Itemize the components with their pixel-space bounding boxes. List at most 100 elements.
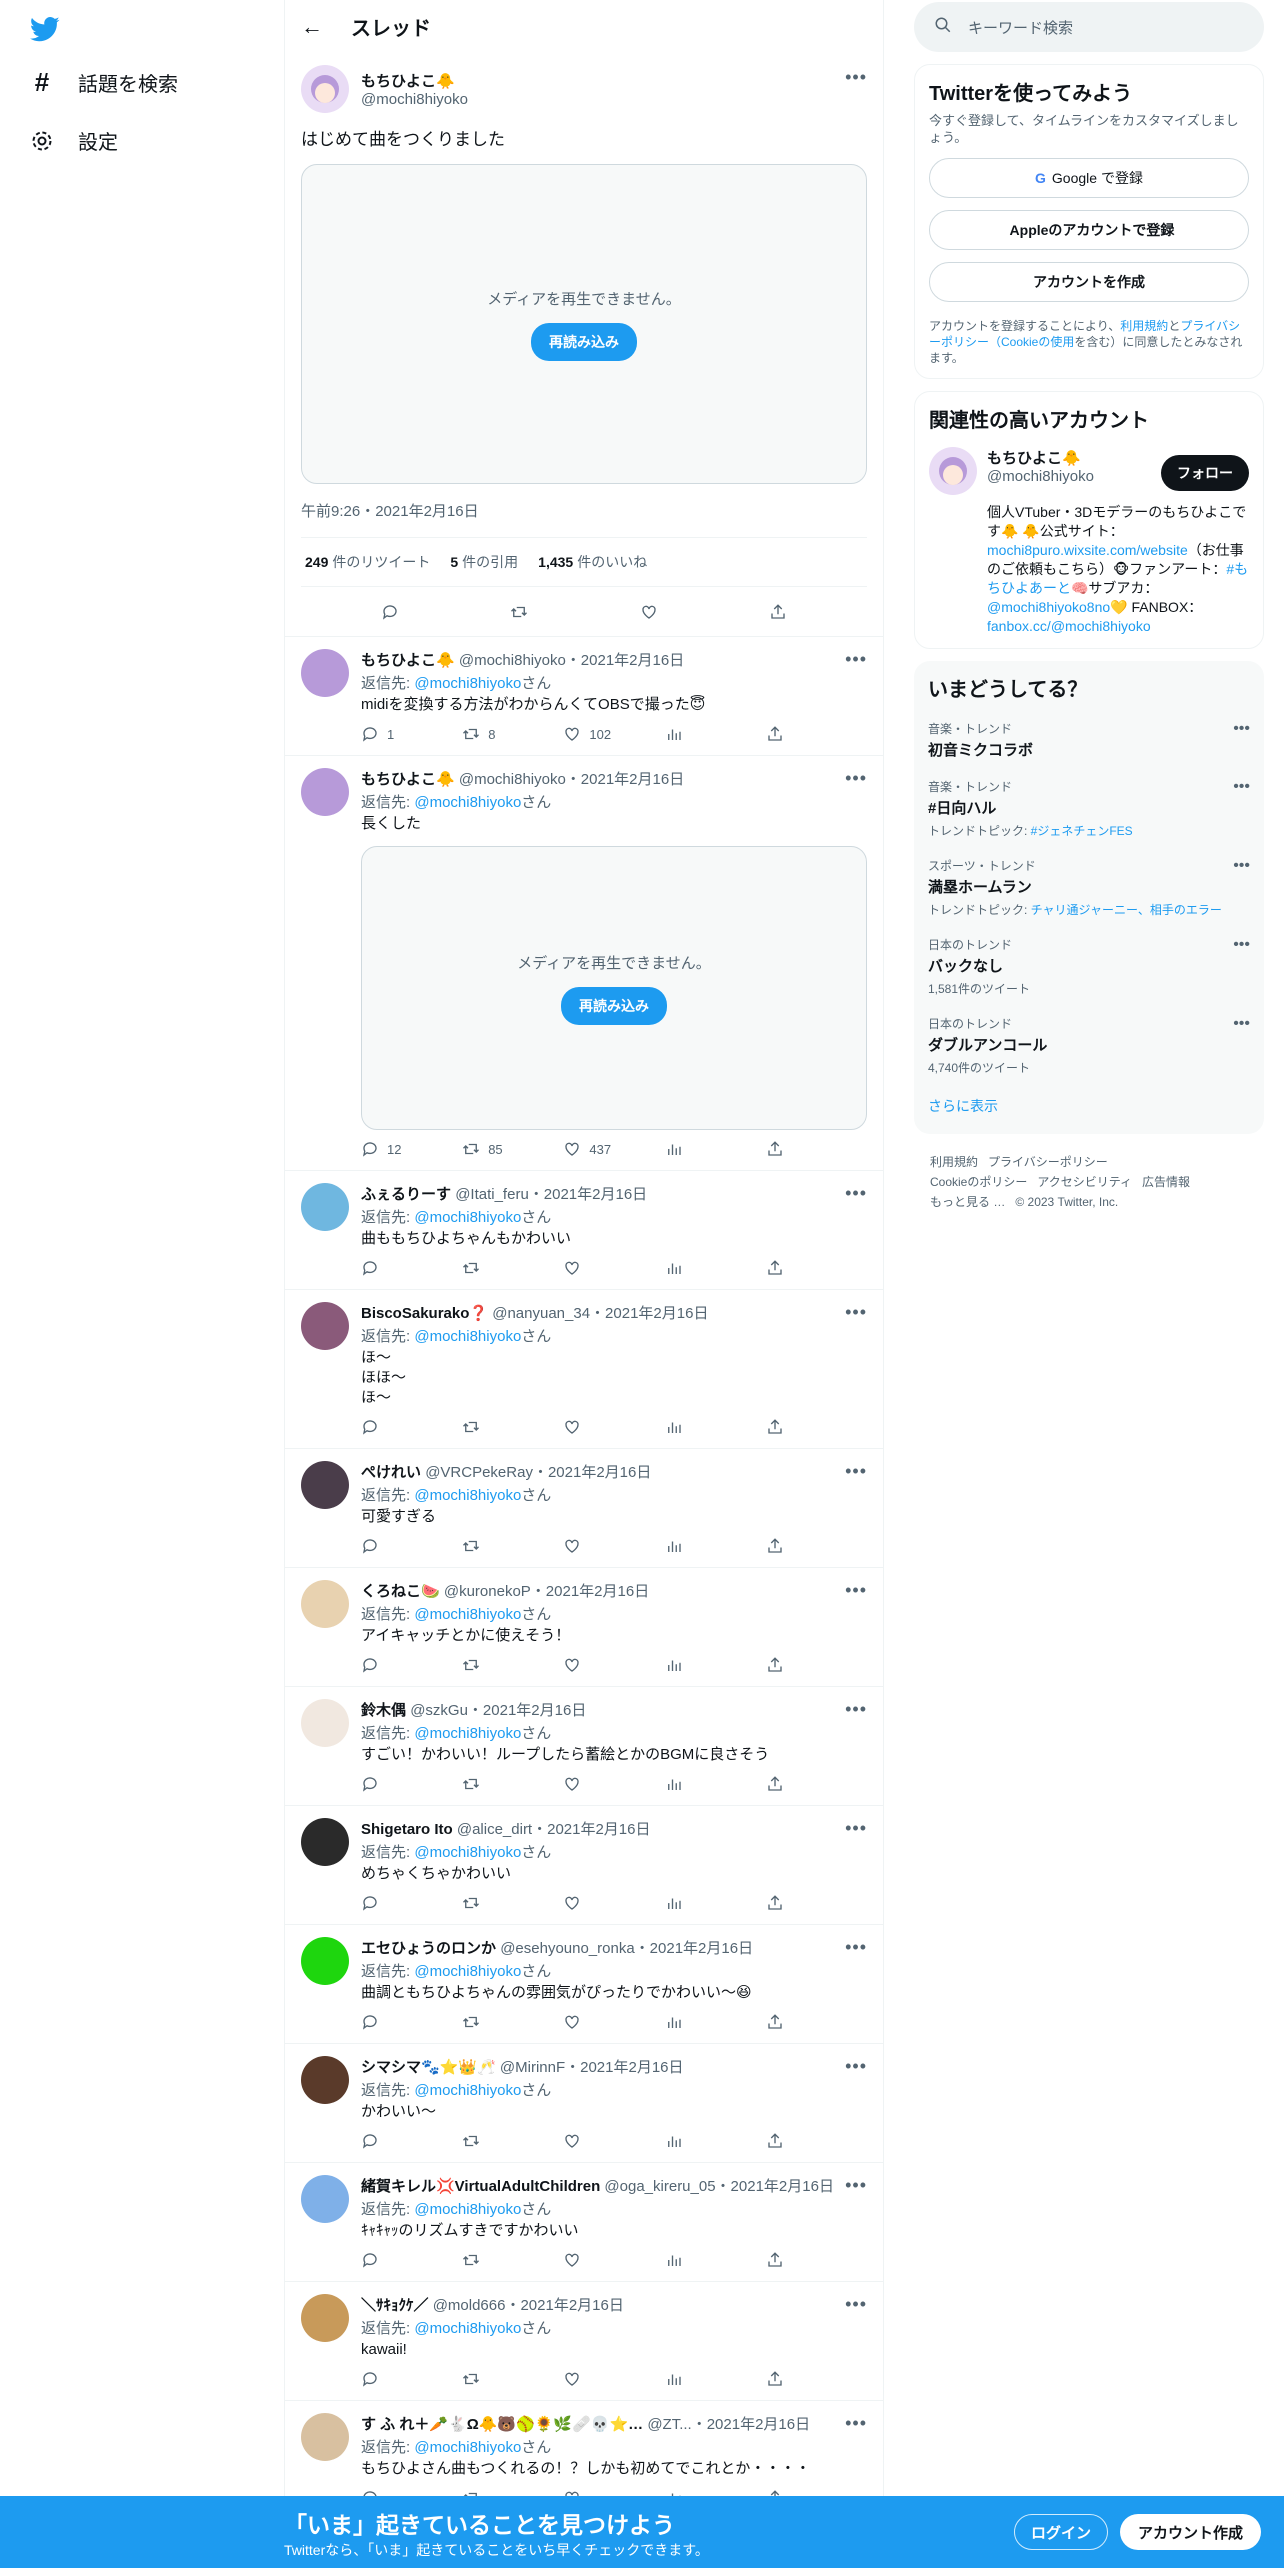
trend-item[interactable]: スポーツ・トレンド 満塁ホームラン トレンドトピック: チャリ通ジャーニー、相手のエ… <box>928 857 1250 918</box>
reply-to-link[interactable]: @mochi8hiyoko <box>414 1209 521 1226</box>
reply-tweet[interactable]: 緒賀キレル💢VirtualAdultChildren @oga_kireru_0… <box>285 2163 883 2282</box>
author-name[interactable]: シマシマ🐾⭐👑🥂 <box>361 2059 496 2076</box>
views-button[interactable] <box>665 1537 766 1555</box>
reply-button[interactable]: 12 <box>361 1140 462 1158</box>
signup-button[interactable]: アカウント作成 <box>1120 2514 1262 2550</box>
reply-tweet[interactable]: くろねこ🍉 @kuronekoP・2021年2月16日 ••• 返信先: @moch… <box>285 1568 883 1687</box>
share-icon[interactable] <box>769 603 787 621</box>
avatar[interactable] <box>301 1183 349 1231</box>
reply-to-link[interactable]: @mochi8hiyoko <box>414 1487 521 1504</box>
more-options-icon[interactable]: ••• <box>845 2294 867 2315</box>
share-button[interactable] <box>766 1140 867 1158</box>
reply-tweet[interactable]: ぺけれい @VRCPekeRay・2021年2月16日 ••• 返信先: @moch… <box>285 1449 883 1568</box>
terms-link[interactable]: 利用規約 <box>1120 319 1168 333</box>
bio-link[interactable]: mochi8puro.wixsite.com/website <box>987 542 1188 558</box>
back-arrow-icon[interactable]: ← <box>301 14 323 40</box>
author-handle-date[interactable]: @VRCPekeRay・2021年2月16日 <box>425 1464 651 1481</box>
more-options-icon[interactable]: ••• <box>845 1937 867 1958</box>
more-options-icon[interactable]: ••• <box>1233 1015 1250 1033</box>
share-button[interactable] <box>766 2013 867 2031</box>
author-name[interactable]: ぺけれい <box>361 1464 421 1481</box>
retweet-count[interactable]: 249 件のリツイート <box>305 552 430 572</box>
views-button[interactable] <box>665 1259 766 1277</box>
author-handle-date[interactable]: @mold666・2021年2月16日 <box>433 2297 624 2314</box>
trend-item[interactable]: 音楽・トレンド #日向ハル トレンドトピック: #ジェネチェンFES ••• <box>928 778 1250 839</box>
quote-count[interactable]: 5 件の引用 <box>450 552 518 572</box>
like-count[interactable]: 1,435 件のいいね <box>538 552 647 572</box>
like-button[interactable] <box>563 1259 664 1277</box>
author-handle[interactable]: @mochi8hiyoko <box>361 91 468 108</box>
author-handle-date[interactable]: @mochi8hiyoko・2021年2月16日 <box>459 652 684 669</box>
reply-icon[interactable] <box>381 603 399 621</box>
reply-tweet[interactable]: ふぇるりーす @Itati_feru・2021年2月16日 ••• 返信先: @mo… <box>285 1171 883 1290</box>
more-options-icon[interactable]: ••• <box>1233 720 1250 738</box>
trend-item[interactable]: 音楽・トレンド 初音ミクコラボ ••• <box>928 720 1250 760</box>
reply-tweet[interactable]: BiscoSakurako❓ @nanyuan_34・2021年2月16日 •••… <box>285 1290 883 1449</box>
avatar[interactable] <box>301 2056 349 2104</box>
author-handle-date[interactable]: @oga_kireru_05・2021年2月16日 <box>604 2178 834 2195</box>
like-button[interactable] <box>563 2132 664 2150</box>
trend-item[interactable]: 日本のトレンド バックなし 1,581件のツイート ••• <box>928 936 1250 997</box>
like-button[interactable] <box>563 2251 664 2269</box>
views-button[interactable] <box>665 1656 766 1674</box>
retweet-button[interactable] <box>462 1259 563 1277</box>
like-button[interactable] <box>563 1418 664 1436</box>
share-button[interactable] <box>766 1259 867 1277</box>
like-button[interactable] <box>563 2370 664 2388</box>
footer-link[interactable]: アクセシビリティ <box>1037 1175 1132 1189</box>
retweet-button[interactable] <box>462 1894 563 1912</box>
author-handle-date[interactable]: @Itati_feru・2021年2月16日 <box>455 1186 647 1203</box>
apple-signup-button[interactable]: Appleのアカウントで登録 <box>929 210 1249 250</box>
views-button[interactable] <box>665 2013 766 2031</box>
retweet-button[interactable]: 8 <box>462 725 563 743</box>
share-button[interactable] <box>766 1537 867 1555</box>
bio-mention-link[interactable]: @mochi8hiyoko8no <box>987 599 1110 615</box>
tweet-timestamp[interactable]: 午前9:26・2021年2月16日 <box>301 500 867 538</box>
nav-settings[interactable]: 設定 <box>28 126 118 155</box>
more-options-icon[interactable]: ••• <box>1233 778 1250 796</box>
like-button[interactable]: 437 <box>563 1140 664 1158</box>
reply-to-link[interactable]: @mochi8hiyoko <box>414 1963 521 1980</box>
reply-tweet[interactable]: もちひよこ🐥 @mochi8hiyoko・2021年2月16日 ••• 返信先: @… <box>285 637 883 756</box>
reply-tweet[interactable]: もちひよこ🐥 @mochi8hiyoko・2021年2月16日 ••• 返信先: @… <box>285 756 883 1171</box>
like-icon[interactable] <box>640 603 658 621</box>
avatar[interactable] <box>301 1461 349 1509</box>
more-options-icon[interactable]: ••• <box>845 1461 867 1482</box>
views-button[interactable] <box>665 1894 766 1912</box>
more-options-icon[interactable]: ••• <box>845 1302 867 1323</box>
show-more-link[interactable]: さらに表示 <box>928 1096 1250 1116</box>
share-button[interactable] <box>766 1418 867 1436</box>
reply-button[interactable] <box>361 1418 462 1436</box>
author-name[interactable]: エセひょうのロンか <box>361 1940 496 1957</box>
retweet-button[interactable] <box>462 1418 563 1436</box>
reply-to-link[interactable]: @mochi8hiyoko <box>414 2439 521 2456</box>
avatar[interactable] <box>929 447 977 495</box>
reply-button[interactable] <box>361 2132 462 2150</box>
share-button[interactable] <box>766 2370 867 2388</box>
reply-button[interactable]: 1 <box>361 725 462 743</box>
reply-tweet[interactable]: ＼ｻｷｮｸｹ／ @mold666・2021年2月16日 ••• 返信先: @moch… <box>285 2282 883 2401</box>
retweet-button[interactable] <box>462 1656 563 1674</box>
avatar[interactable] <box>301 1937 349 1985</box>
avatar[interactable] <box>301 1699 349 1747</box>
author-handle-date[interactable]: @nanyuan_34・2021年2月16日 <box>492 1305 708 1322</box>
footer-link[interactable]: 広告情報 <box>1142 1175 1190 1189</box>
share-button[interactable] <box>766 2132 867 2150</box>
like-button[interactable] <box>563 1537 664 1555</box>
retweet-button[interactable] <box>462 1775 563 1793</box>
create-account-button[interactable]: アカウントを作成 <box>929 262 1249 302</box>
like-button[interactable] <box>563 2013 664 2031</box>
more-options-icon[interactable]: ••• <box>845 1580 867 1601</box>
retweet-button[interactable]: 85 <box>462 1140 563 1158</box>
reply-to-link[interactable]: @mochi8hiyoko <box>414 1606 521 1623</box>
more-options-icon[interactable]: ••• <box>845 1183 867 1204</box>
retweet-button[interactable] <box>462 2013 563 2031</box>
views-button[interactable] <box>665 2251 766 2269</box>
more-options-icon[interactable]: ••• <box>845 2413 867 2434</box>
footer-link[interactable]: もっと見る … <box>930 1195 1005 1209</box>
reply-to-link[interactable]: @mochi8hiyoko <box>414 2201 521 2218</box>
author-name[interactable]: BiscoSakurako❓ <box>361 1305 488 1322</box>
more-options-icon[interactable]: ••• <box>845 67 867 88</box>
reply-to-link[interactable]: @mochi8hiyoko <box>414 2082 521 2099</box>
avatar[interactable] <box>301 649 349 697</box>
